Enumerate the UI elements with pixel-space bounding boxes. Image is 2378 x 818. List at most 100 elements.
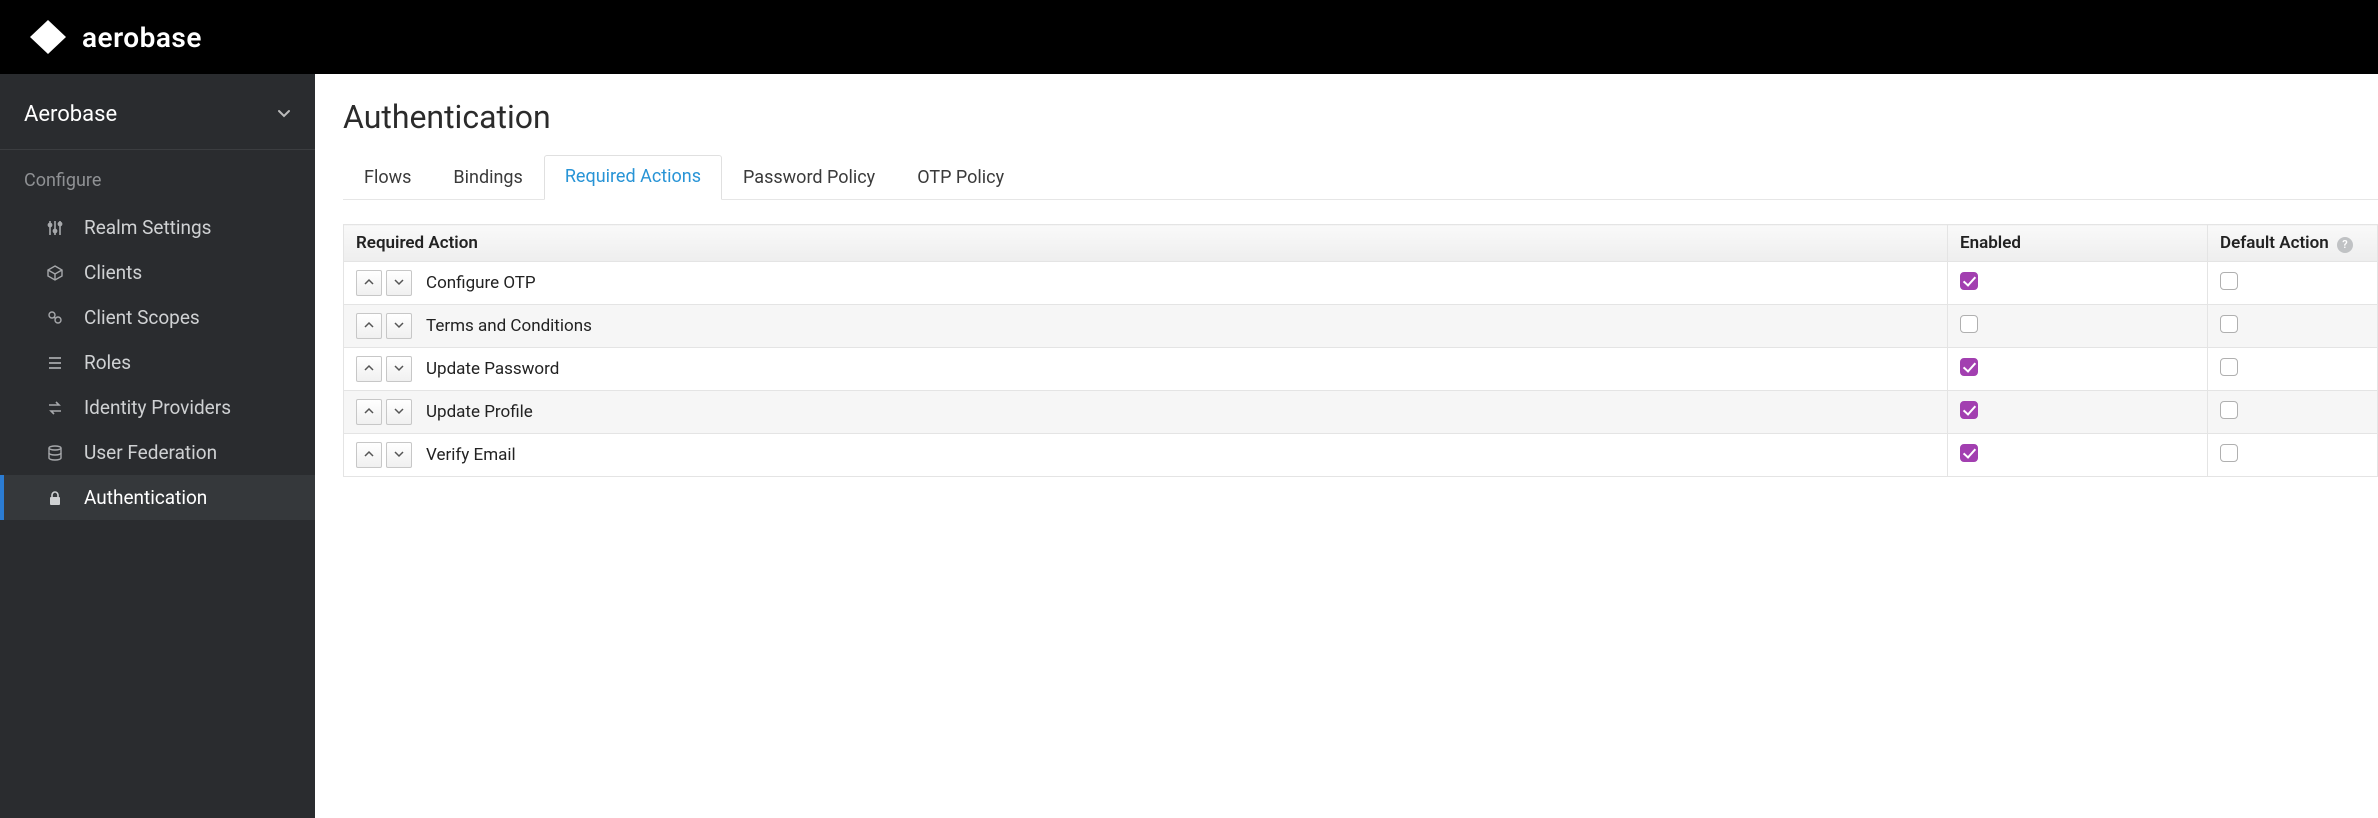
sidebar-item-realm-settings[interactable]: Realm Settings [0, 205, 315, 250]
sidebar-item-label: Identity Providers [84, 396, 231, 419]
chevron-up-icon [364, 449, 374, 462]
brand[interactable]: aerobase [28, 20, 202, 54]
col-header-required-action: Required Action [344, 225, 1948, 262]
table-row: Terms and Conditions [344, 305, 2378, 348]
cell-enabled [1948, 434, 2208, 477]
sidebar-item-identity-providers[interactable]: Identity Providers [0, 385, 315, 430]
cube-icon [44, 264, 66, 282]
cell-enabled [1948, 262, 2208, 305]
sidebar-item-label: Roles [84, 351, 131, 374]
list-icon [44, 354, 66, 372]
tab-required-actions[interactable]: Required Actions [544, 155, 722, 200]
col-header-required-action-label: Required Action [356, 233, 478, 253]
col-header-default-action-label: Default Action [2220, 233, 2329, 253]
table-row: Update Profile [344, 391, 2378, 434]
sidebar-item-client-scopes[interactable]: Client Scopes [0, 295, 315, 340]
cell-required-action: Configure OTP [344, 262, 1948, 305]
sidebar-item-clients[interactable]: Clients [0, 250, 315, 295]
cell-default-action [2208, 348, 2378, 391]
default-action-checkbox[interactable] [2220, 358, 2238, 376]
sidebar-item-label: User Federation [84, 441, 217, 464]
cell-enabled [1948, 305, 2208, 348]
realm-selector[interactable]: Aerobase [0, 86, 315, 149]
enabled-checkbox[interactable] [1960, 401, 1978, 419]
tab-bindings[interactable]: Bindings [432, 156, 543, 200]
sidebar-item-label: Authentication [84, 486, 207, 509]
cell-default-action [2208, 391, 2378, 434]
tabs: FlowsBindingsRequired ActionsPassword Po… [343, 154, 2378, 200]
move-down-button[interactable] [386, 270, 412, 296]
cell-required-action: Verify Email [344, 434, 1948, 477]
move-down-button[interactable] [386, 442, 412, 468]
tab-otp-policy[interactable]: OTP Policy [896, 156, 1025, 200]
col-header-enabled: Enabled [1948, 225, 2208, 262]
enabled-checkbox[interactable] [1960, 272, 1978, 290]
enabled-checkbox[interactable] [1960, 444, 1978, 462]
sidebar-item-roles[interactable]: Roles [0, 340, 315, 385]
move-down-button[interactable] [386, 313, 412, 339]
chevron-up-icon [364, 320, 374, 333]
help-icon[interactable]: ? [2337, 237, 2353, 253]
table-body: Configure OTP Terms and Conditions Update … [344, 262, 2378, 477]
move-up-button[interactable] [356, 399, 382, 425]
move-down-button[interactable] [386, 356, 412, 382]
sidebar-item-label: Clients [84, 261, 142, 284]
cell-enabled [1948, 348, 2208, 391]
chevron-down-icon [277, 102, 291, 127]
cell-default-action [2208, 305, 2378, 348]
database-icon [44, 444, 66, 462]
brand-logo-icon [28, 20, 68, 54]
scope-icon [44, 309, 66, 327]
realm-selector-label: Aerobase [24, 102, 117, 127]
move-up-button[interactable] [356, 356, 382, 382]
table-row: Verify Email [344, 434, 2378, 477]
cell-default-action [2208, 262, 2378, 305]
default-action-checkbox[interactable] [2220, 444, 2238, 462]
topbar: aerobase [0, 0, 2378, 74]
move-down-button[interactable] [386, 399, 412, 425]
sidebar-item-label: Client Scopes [84, 306, 200, 329]
default-action-checkbox[interactable] [2220, 315, 2238, 333]
cell-required-action: Update Profile [344, 391, 1948, 434]
sidebar-item-label: Realm Settings [84, 216, 212, 239]
default-action-checkbox[interactable] [2220, 401, 2238, 419]
move-up-button[interactable] [356, 270, 382, 296]
chevron-down-icon [394, 277, 404, 290]
required-action-name: Verify Email [426, 445, 1935, 465]
tab-flows[interactable]: Flows [343, 156, 432, 200]
chevron-down-icon [394, 320, 404, 333]
chevron-up-icon [364, 406, 374, 419]
required-action-name: Configure OTP [426, 273, 1935, 293]
cell-required-action: Update Password [344, 348, 1948, 391]
cell-required-action: Terms and Conditions [344, 305, 1948, 348]
sidebar-nav: Realm Settings Clients Client Scopes Roles I… [0, 205, 315, 520]
sidebar-section-label: Configure [0, 160, 315, 205]
sliders-icon [44, 219, 66, 237]
chevron-down-icon [394, 449, 404, 462]
required-actions-table: Required Action Enabled Default Action ?… [343, 224, 2378, 477]
required-action-name: Terms and Conditions [426, 316, 1935, 336]
required-action-name: Update Password [426, 359, 1935, 379]
sidebar-item-user-federation[interactable]: User Federation [0, 430, 315, 475]
cell-default-action [2208, 434, 2378, 477]
move-up-button[interactable] [356, 442, 382, 468]
enabled-checkbox[interactable] [1960, 358, 1978, 376]
page-title: Authentication [343, 98, 2378, 136]
brand-name: aerobase [82, 21, 202, 54]
chevron-up-icon [364, 277, 374, 290]
sidebar-item-authentication[interactable]: Authentication [0, 475, 315, 520]
enabled-checkbox[interactable] [1960, 315, 1978, 333]
chevron-down-icon [394, 363, 404, 376]
exchange-icon [44, 399, 66, 417]
table-row: Update Password [344, 348, 2378, 391]
required-action-name: Update Profile [426, 402, 1935, 422]
tab-password-policy[interactable]: Password Policy [722, 156, 896, 200]
lock-icon [44, 489, 66, 507]
sidebar: Aerobase Configure Realm Settings Clients… [0, 74, 315, 818]
move-up-button[interactable] [356, 313, 382, 339]
chevron-down-icon [394, 406, 404, 419]
table-row: Configure OTP [344, 262, 2378, 305]
sidebar-divider [0, 149, 315, 150]
main-content: Authentication FlowsBindingsRequired Act… [315, 74, 2378, 818]
default-action-checkbox[interactable] [2220, 272, 2238, 290]
